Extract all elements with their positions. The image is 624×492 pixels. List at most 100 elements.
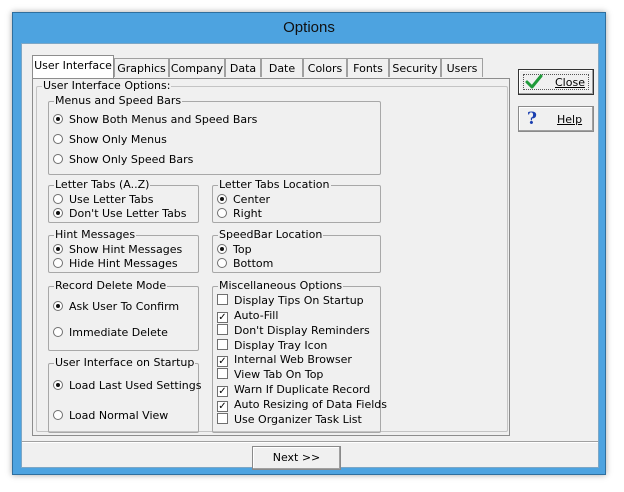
checkbox[interactable]	[217, 324, 228, 335]
checkbox-view-tab-on-top[interactable]: View Tab On Top	[217, 368, 323, 382]
radio-button[interactable]	[53, 114, 63, 124]
group-title: Miscellaneous Options	[218, 279, 344, 293]
option-label: Use Letter Tabs	[69, 193, 154, 206]
record-delete-mode-group: Record Delete Mode Ask User To Confirm I…	[48, 279, 199, 351]
tab-data[interactable]: Data	[225, 58, 261, 77]
group-title: Record Delete Mode	[54, 279, 168, 293]
radio-dont-use-letter-tabs[interactable]: Don't Use Letter Tabs	[53, 207, 187, 221]
radio-button[interactable]	[217, 244, 227, 254]
radio-button[interactable]	[53, 380, 63, 390]
tab-users[interactable]: Users	[441, 58, 483, 77]
checkbox-auto-resizing[interactable]: ✓ Auto Resizing of Data Fields	[217, 398, 387, 412]
radio-load-normal-view[interactable]: Load Normal View	[53, 409, 168, 423]
checkbox[interactable]	[217, 413, 228, 424]
radio-button[interactable]	[53, 301, 63, 311]
checkbox[interactable]	[217, 339, 228, 350]
checkbox[interactable]: ✓	[217, 386, 228, 397]
checkbox[interactable]	[217, 294, 228, 305]
checkbox-use-organizer-task-list[interactable]: Use Organizer Task List	[217, 413, 362, 427]
tab-graphics[interactable]: Graphics	[114, 58, 169, 77]
next-button[interactable]: Next >>	[252, 446, 341, 470]
speedbar-location-group: SpeedBar Location Top Bottom	[212, 228, 381, 273]
checkbox-display-tray-icon[interactable]: Display Tray Icon	[217, 339, 327, 353]
letter-tabs-location-group: Letter Tabs Location Center Right	[212, 178, 381, 223]
option-label: Load Normal View	[69, 409, 169, 422]
option-label: Display Tips On Startup	[234, 294, 364, 307]
hint-messages-group: Hint Messages Show Hint Messages Hide Hi…	[48, 228, 199, 273]
radio-button[interactable]	[53, 244, 63, 254]
check-mark-icon	[525, 74, 543, 89]
tab-label: Data	[229, 62, 257, 75]
group-title: Letter Tabs (A..Z)	[54, 178, 151, 192]
radio-button[interactable]	[53, 134, 63, 144]
option-label: Internal Web Browser	[234, 353, 352, 366]
radio-right[interactable]: Right	[217, 207, 262, 221]
radio-center[interactable]: Center	[217, 193, 270, 207]
radio-button[interactable]	[53, 258, 63, 268]
tab-date[interactable]: Date	[261, 58, 303, 77]
radio-show-menus[interactable]: Show Only Menus	[53, 133, 167, 147]
radio-top[interactable]: Top	[217, 243, 252, 257]
radio-button[interactable]	[217, 194, 227, 204]
checkbox[interactable]: ✓	[217, 356, 228, 367]
radio-load-last-used[interactable]: Load Last Used Settings	[53, 379, 201, 393]
radio-button[interactable]	[217, 208, 227, 218]
user-interface-panel: User Interface Options: Menus and Speed …	[32, 78, 510, 436]
ui-startup-group: User Interface on Startup Load Last Used…	[48, 356, 201, 433]
close-button[interactable]: Close	[518, 69, 594, 95]
option-label: Display Tray Icon	[234, 339, 328, 352]
radio-use-letter-tabs[interactable]: Use Letter Tabs	[53, 193, 154, 207]
tab-user-interface[interactable]: User Interface	[32, 55, 114, 78]
checkbox[interactable]	[217, 368, 228, 379]
option-label: Show Both Menus and Speed Bars	[69, 113, 258, 126]
question-mark-icon: ?	[527, 109, 537, 129]
option-label: Show Hint Messages	[69, 243, 183, 256]
group-title: User Interface Options:	[42, 79, 172, 93]
tab-colors[interactable]: Colors	[303, 58, 347, 77]
radio-show-hint[interactable]: Show Hint Messages	[53, 243, 182, 257]
tab-label: Users	[446, 62, 478, 75]
radio-button[interactable]	[53, 327, 63, 337]
option-label: View Tab On Top	[234, 368, 324, 381]
tab-label: User Interface	[34, 59, 112, 72]
option-label: Don't Display Reminders	[234, 324, 370, 337]
checkbox-display-tips[interactable]: Display Tips On Startup	[217, 294, 364, 308]
group-title: Letter Tabs Location	[218, 178, 331, 192]
group-title: SpeedBar Location	[218, 228, 324, 242]
radio-button[interactable]	[217, 258, 227, 268]
radio-immediate-delete[interactable]: Immediate Delete	[53, 326, 168, 340]
tab-label: Security	[392, 62, 438, 75]
checkbox-warn-duplicate[interactable]: ✓ Warn If Duplicate Record	[217, 383, 370, 397]
checkbox[interactable]: ✓	[217, 312, 228, 323]
window-title: Options	[283, 19, 335, 36]
radio-hide-hint[interactable]: Hide Hint Messages	[53, 257, 178, 271]
tab-security[interactable]: Security	[389, 58, 441, 77]
option-label: Immediate Delete	[69, 326, 168, 339]
tab-label: Date	[268, 62, 296, 75]
tab-fonts[interactable]: Fonts	[347, 58, 389, 77]
radio-button[interactable]	[53, 208, 63, 218]
letter-tabs-group: Letter Tabs (A..Z) Use Letter Tabs Don't…	[48, 178, 199, 223]
radio-show-speedbars[interactable]: Show Only Speed Bars	[53, 153, 193, 167]
help-button[interactable]: ? Help	[518, 106, 594, 132]
menus-speedbars-group: Menus and Speed Bars Show Both Menus and…	[48, 94, 381, 175]
group-title: Hint Messages	[54, 228, 137, 242]
option-label: Auto-Fill	[234, 309, 279, 322]
radio-ask-confirm[interactable]: Ask User To Confirm	[53, 300, 179, 314]
option-label: Don't Use Letter Tabs	[69, 207, 187, 220]
checkbox-auto-fill[interactable]: ✓ Auto-Fill	[217, 309, 278, 323]
radio-bottom[interactable]: Bottom	[217, 257, 273, 271]
checkbox-dont-display-reminders[interactable]: Don't Display Reminders	[217, 324, 370, 338]
radio-button[interactable]	[53, 410, 63, 420]
window-client-area: User Interface Graphics Company Data Dat…	[21, 43, 599, 470]
radio-button[interactable]	[53, 154, 63, 164]
checkbox-internal-web-browser[interactable]: ✓ Internal Web Browser	[217, 353, 352, 367]
radio-button[interactable]	[53, 194, 63, 204]
tab-company[interactable]: Company	[169, 58, 225, 77]
option-label: Bottom	[233, 257, 274, 270]
next-button-label: Next >>	[272, 451, 321, 464]
checkbox[interactable]: ✓	[217, 401, 228, 412]
tab-label: Graphics	[117, 62, 166, 75]
radio-show-both[interactable]: Show Both Menus and Speed Bars	[53, 113, 257, 127]
option-label: Show Only Menus	[69, 133, 167, 146]
